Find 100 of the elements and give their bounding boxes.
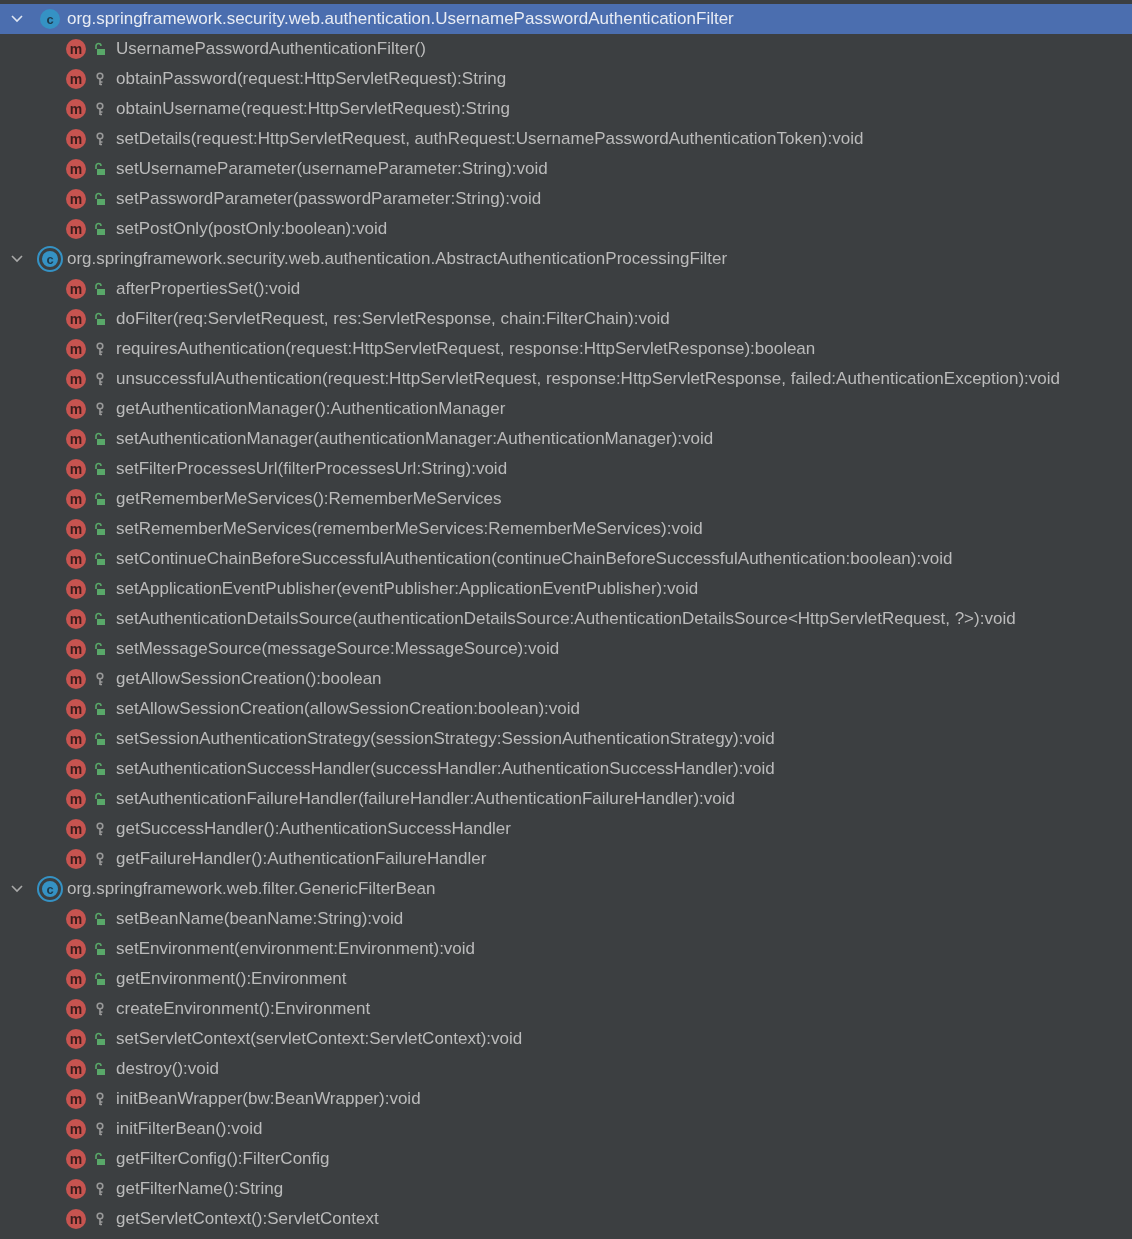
method-signature: setSessionAuthenticationStrategy(sessionStrategy:SessionAuthenticationStrategy):void [116,729,775,749]
class-icon: c [40,879,60,899]
method-row[interactable]: m getServletContext():ServletContext [0,1204,1132,1234]
method-icon: m [66,729,86,749]
method-row[interactable]: m getFilterName():String [0,1174,1132,1204]
method-icon: m [66,849,86,869]
method-row[interactable]: m setAllowSessionCreation(allowSessionCreation:boolean):void [0,694,1132,724]
method-row[interactable]: m setPostOnly(postOnly:boolean):void [0,214,1132,244]
class-icon: c [40,249,60,269]
method-icon: m [66,1209,86,1229]
method-signature: createEnvironment():Environment [116,999,371,1019]
method-signature: getRememberMeServices():RememberMeServices [116,489,502,509]
method-row[interactable]: m getAllowSessionCreation():boolean [0,664,1132,694]
class-row[interactable]: c org.springframework.security.web.authentication.UsernamePasswordAuthenticationFilter [0,4,1132,34]
method-signature: setAuthenticationSuccessHandler(successHandler:AuthenticationSuccessHandler):void [116,759,775,779]
method-row[interactable]: m obtainUsername(request:HttpServletRequest):String [0,94,1132,124]
method-signature: getEnvironment():Environment [116,969,347,989]
method-row[interactable]: m setAuthenticationDetailsSource(authenticationDetailsSource:AuthenticationDetailsSource<HttpServletRequest, ?>):void [0,604,1132,634]
method-row[interactable]: m afterPropertiesSet():void [0,274,1132,304]
method-row[interactable]: m setPasswordParameter(passwordParameter:String):void [0,184,1132,214]
method-icon: m [66,399,86,419]
method-signature: setRememberMeServices(rememberMeServices:RememberMeServices):void [116,519,703,539]
method-row[interactable]: m setApplicationEventPublisher(eventPublisher:ApplicationEventPublisher):void [0,574,1132,604]
method-signature: obtainUsername(request:HttpServletRequest):String [116,99,511,119]
method-signature: doFilter(req:ServletRequest, res:ServletResponse, chain:FilterChain):void [116,309,670,329]
method-signature: getFilterConfig():FilterConfig [116,1149,330,1169]
method-row[interactable]: m initFilterBean():void [0,1114,1132,1144]
method-row[interactable]: m getFilterConfig():FilterConfig [0,1144,1132,1174]
method-row[interactable]: m requiresAuthentication(request:HttpServletRequest, response:HttpServletResponse):boolean [0,334,1132,364]
method-icon: m [66,579,86,599]
method-icon: m [66,909,86,929]
method-signature: setPostOnly(postOnly:boolean):void [116,219,388,239]
method-row[interactable]: m setAuthenticationSuccessHandler(successHandler:AuthenticationSuccessHandler):void [0,754,1132,784]
method-row[interactable]: m getFailureHandler():AuthenticationFailureHandler [0,844,1132,874]
method-signature: obtainPassword(request:HttpServletRequest):String [116,69,507,89]
method-row[interactable]: m setFilterProcessesUrl(filterProcessesUrl:String):void [0,454,1132,484]
method-signature: setApplicationEventPublisher(eventPublisher:ApplicationEventPublisher):void [116,579,699,599]
class-row[interactable]: c org.springframework.web.filter.GenericFilterBean [0,874,1132,904]
method-row[interactable]: m UsernamePasswordAuthenticationFilter() [0,34,1132,64]
method-signature: initBeanWrapper(bw:BeanWrapper):void [116,1089,421,1109]
method-icon: m [66,339,86,359]
method-signature: unsuccessfulAuthentication(request:HttpServletRequest, response:HttpServletResponse, failed:AuthenticationException):void [116,369,1061,389]
method-row[interactable]: m setDetails(request:HttpServletRequest, authRequest:UsernamePasswordAuthenticationToken):void [0,124,1132,154]
method-icon: m [66,189,86,209]
method-row[interactable]: m setEnvironment(environment:Environment):void [0,934,1132,964]
method-icon: m [66,129,86,149]
method-row[interactable]: m setServletContext(servletContext:ServletContext):void [0,1024,1132,1054]
method-signature: setFilterProcessesUrl(filterProcessesUrl:String):void [116,459,508,479]
method-icon: m [66,789,86,809]
method-signature: setUsernameParameter(usernameParameter:String):void [116,159,548,179]
method-signature: destroy():void [116,1059,219,1079]
method-icon: m [66,489,86,509]
method-icon: m [66,309,86,329]
method-row[interactable]: m setRememberMeServices(rememberMeServices:RememberMeServices):void [0,514,1132,544]
method-icon: m [66,1059,86,1079]
class-row[interactable]: c org.springframework.security.web.authentication.AbstractAuthenticationProcessingFilter [0,244,1132,274]
method-row[interactable]: m setBeanName(beanName:String):void [0,904,1132,934]
method-row[interactable]: m setMessageSource(messageSource:MessageSource):void [0,634,1132,664]
method-row[interactable]: m getSuccessHandler():AuthenticationSuccessHandler [0,814,1132,844]
method-row[interactable]: m createEnvironment():Environment [0,994,1132,1024]
method-icon: m [66,39,86,59]
method-icon: m [66,1029,86,1049]
method-row[interactable]: m doFilter(req:ServletRequest, res:ServletResponse, chain:FilterChain):void [0,304,1132,334]
method-icon: m [66,699,86,719]
method-row[interactable]: m initBeanWrapper(bw:BeanWrapper):void [0,1084,1132,1114]
method-icon: m [66,819,86,839]
method-icon: m [66,519,86,539]
method-icon: m [66,639,86,659]
method-row[interactable]: m getEnvironment():Environment [0,964,1132,994]
class-name: org.springframework.security.web.authentication.AbstractAuthenticationProcessingFilter [67,249,728,269]
method-signature: getServletContext():ServletContext [116,1209,379,1229]
method-signature: getFilterName():String [116,1179,284,1199]
method-signature: getAuthenticationManager():AuthenticationManager [116,399,506,419]
method-row[interactable]: m setSessionAuthenticationStrategy(sessionStrategy:SessionAuthenticationStrategy):void [0,724,1132,754]
method-row[interactable]: m setAuthenticationFailureHandler(failureHandler:AuthenticationFailureHandler):void [0,784,1132,814]
method-signature: setAuthenticationDetailsSource(authenticationDetailsSource:AuthenticationDetailsSource<HttpServletRequest, ?>):void [116,609,1016,629]
method-icon: m [66,969,86,989]
method-icon: m [66,159,86,179]
method-row[interactable]: m setContinueChainBeforeSuccessfulAuthentication(continueChainBeforeSuccessfulAuthentication:boolean):void [0,544,1132,574]
method-row[interactable]: m getRememberMeServices():RememberMeServices [0,484,1132,514]
method-icon: m [66,279,86,299]
method-signature: requiresAuthentication(request:HttpServletRequest, response:HttpServletResponse):boolean [116,339,816,359]
method-signature: setAuthenticationManager(authenticationManager:AuthenticationManager):void [116,429,714,449]
method-row[interactable]: m setUsernameParameter(usernameParameter:String):void [0,154,1132,184]
method-row[interactable]: m unsuccessfulAuthentication(request:HttpServletRequest, response:HttpServletResponse, failed:AuthenticationException):void [0,364,1132,394]
method-icon: m [66,99,86,119]
method-signature: getFailureHandler():AuthenticationFailureHandler [116,849,487,869]
method-icon: m [66,1119,86,1139]
method-signature: setDetails(request:HttpServletRequest, authRequest:UsernamePasswordAuthenticationToken):void [116,129,864,149]
method-icon: m [66,939,86,959]
method-row[interactable]: m destroy():void [0,1054,1132,1084]
method-signature: UsernamePasswordAuthenticationFilter() [116,39,426,59]
method-signature: setAllowSessionCreation(allowSessionCreation:boolean):void [116,699,580,719]
method-signature: setAuthenticationFailureHandler(failureHandler:AuthenticationFailureHandler):void [116,789,735,809]
method-icon: m [66,549,86,569]
method-row[interactable]: m getAuthenticationManager():AuthenticationManager [0,394,1132,424]
method-row[interactable]: m setAuthenticationManager(authenticationManager:AuthenticationManager):void [0,424,1132,454]
method-row[interactable]: m obtainPassword(request:HttpServletRequest):String [0,64,1132,94]
method-icon: m [66,369,86,389]
method-signature: getSuccessHandler():AuthenticationSuccessHandler [116,819,511,839]
